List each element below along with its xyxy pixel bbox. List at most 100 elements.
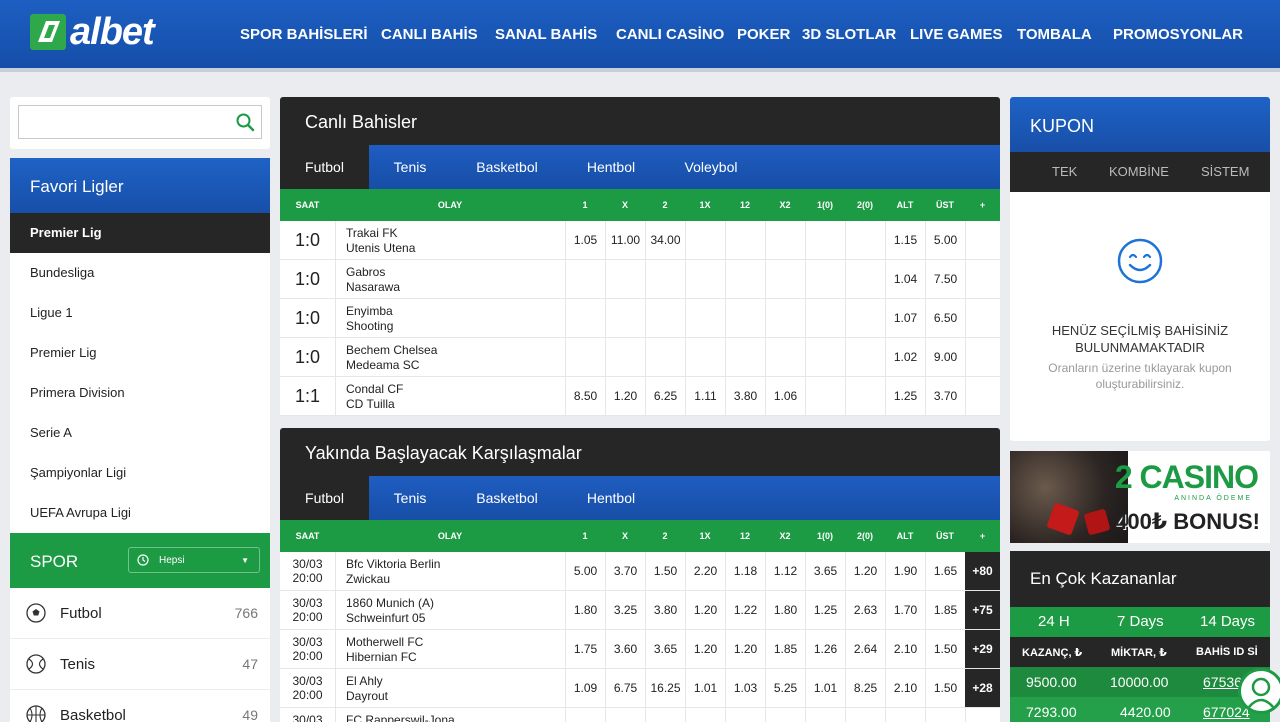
odd-cell[interactable]: 1.02 [885, 338, 925, 376]
odd-cell[interactable]: 1.01 [805, 669, 845, 707]
odd-cell[interactable] [725, 299, 765, 337]
odd-cell[interactable]: 1.65 [925, 552, 965, 590]
odd-cell[interactable]: 3.70 [605, 552, 645, 590]
odd-cell[interactable]: 34.00 [645, 221, 685, 259]
more-markets-button[interactable] [965, 338, 1000, 376]
odd-cell[interactable]: 2.64 [845, 630, 885, 668]
tab-basketbol[interactable]: Basketbol [462, 145, 552, 189]
nav-canli-bahis[interactable]: CANLI BAHİS [381, 26, 478, 43]
odd-cell[interactable]: 3.60 [605, 630, 645, 668]
more-markets-button[interactable] [965, 299, 1000, 337]
odd-cell[interactable]: 1.20 [685, 630, 725, 668]
nav-live-games[interactable]: LIVE GAMES [910, 26, 1003, 43]
odd-cell[interactable] [685, 708, 725, 722]
nav-spor-bahisleri[interactable]: SPOR BAHİSLERİ [240, 26, 368, 43]
match-row[interactable]: 1:0 Enyimba Shooting 1.07 6.50 [280, 299, 1000, 338]
odd-cell[interactable] [605, 708, 645, 722]
match-row[interactable]: 1:0 Gabros Nasarawa 1.04 7.50 [280, 260, 1000, 299]
odd-cell[interactable]: 3.65 [805, 552, 845, 590]
tab-7days[interactable]: 7 Days [1117, 613, 1164, 630]
more-markets-button[interactable] [965, 260, 1000, 298]
odd-cell[interactable]: 1.11 [685, 377, 725, 415]
odd-cell[interactable]: 6.75 [605, 669, 645, 707]
odd-cell[interactable]: 1.22 [725, 591, 765, 629]
odd-cell[interactable]: 1.50 [925, 630, 965, 668]
odd-cell[interactable] [645, 260, 685, 298]
odd-cell[interactable]: 1.01 [685, 669, 725, 707]
odd-cell[interactable] [805, 708, 845, 722]
odd-cell[interactable]: 1.03 [725, 669, 765, 707]
sport-item-futbol[interactable]: Futbol 766 [10, 588, 270, 639]
match-row[interactable]: 30/03 20:00 Motherwell FC Hibernian FC 1.75 3… [280, 630, 1000, 669]
odd-cell[interactable] [565, 260, 605, 298]
odd-cell[interactable] [685, 338, 725, 376]
more-markets-button[interactable] [965, 221, 1000, 259]
tab-14days[interactable]: 14 Days [1200, 613, 1255, 630]
match-row[interactable]: 30/03 20:00 Bfc Viktoria Berlin Zwickau 5.00… [280, 552, 1000, 591]
match-row[interactable]: 1:1 Condal CF CD Tuilla 8.50 1.20 6.25 1.11 3.8… [280, 377, 1000, 416]
odd-cell[interactable] [645, 299, 685, 337]
odd-cell[interactable]: 1.07 [885, 299, 925, 337]
odd-cell[interactable] [565, 299, 605, 337]
odd-cell[interactable] [765, 708, 805, 722]
odd-cell[interactable] [805, 221, 845, 259]
odd-cell[interactable] [765, 338, 805, 376]
match-row[interactable]: 30/03 FC Rapperswil-Jona [280, 708, 1000, 722]
tab-tenis[interactable]: Tenis [369, 476, 451, 520]
match-row[interactable]: 30/03 20:00 El Ahly Dayrout 1.09 6.75 16.25 1.0… [280, 669, 1000, 708]
match-row[interactable]: 30/03 20:00 1860 Munich (A) Schweinfurt 05 1… [280, 591, 1000, 630]
fav-league-item[interactable]: Premier Lig [10, 333, 270, 373]
odd-cell[interactable] [765, 260, 805, 298]
odd-cell[interactable]: 6.50 [925, 299, 965, 337]
odd-cell[interactable]: 16.25 [645, 669, 685, 707]
sport-item-basketbol[interactable]: Basketbol 49 [10, 690, 270, 722]
live-support-button[interactable] [1238, 668, 1280, 714]
odd-cell[interactable] [925, 708, 965, 722]
odd-cell[interactable]: 2.10 [885, 669, 925, 707]
winner-bet-id-link[interactable]: 67536 [1203, 674, 1242, 690]
odd-cell[interactable]: 1.85 [765, 630, 805, 668]
tab-tek[interactable]: TEK [1052, 164, 1077, 179]
casino-bonus-banner[interactable]: 2 CASINO ANINDA ÖDEME 400₺ BONUS! [1010, 451, 1270, 543]
more-markets-button[interactable] [965, 708, 1000, 722]
fav-league-item[interactable]: Premier Lig [10, 213, 270, 253]
odd-cell[interactable] [845, 299, 885, 337]
more-markets-button[interactable] [965, 377, 1000, 415]
odd-cell[interactable]: 1.50 [925, 669, 965, 707]
odd-cell[interactable] [845, 260, 885, 298]
odd-cell[interactable]: 1.75 [565, 630, 605, 668]
odd-cell[interactable] [845, 377, 885, 415]
tab-voleybol[interactable]: Voleybol [670, 145, 752, 189]
odd-cell[interactable]: 3.80 [725, 377, 765, 415]
odd-cell[interactable]: 1.05 [565, 221, 605, 259]
odd-cell[interactable]: 1.12 [765, 552, 805, 590]
odd-cell[interactable]: 1.18 [725, 552, 765, 590]
odd-cell[interactable] [845, 338, 885, 376]
odd-cell[interactable] [605, 338, 645, 376]
tab-hentbol[interactable]: Hentbol [570, 145, 652, 189]
odd-cell[interactable]: 1.20 [605, 377, 645, 415]
odd-cell[interactable] [765, 299, 805, 337]
odd-cell[interactable] [645, 708, 685, 722]
fav-league-item[interactable]: Serie A [10, 413, 270, 453]
odd-cell[interactable] [805, 299, 845, 337]
more-markets-button[interactable]: +28 [965, 669, 1000, 707]
odd-cell[interactable]: 1.20 [685, 591, 725, 629]
odd-cell[interactable] [805, 377, 845, 415]
nav-3d-slotlar[interactable]: 3D SLOTLAR [802, 26, 896, 43]
sport-item-tenis[interactable]: Tenis 47 [10, 639, 270, 690]
odd-cell[interactable] [645, 338, 685, 376]
odd-cell[interactable]: 5.25 [765, 669, 805, 707]
nav-sanal-bahis[interactable]: SANAL BAHİS [495, 26, 597, 43]
fav-league-item[interactable]: Bundesliga [10, 253, 270, 293]
odd-cell[interactable] [725, 221, 765, 259]
odd-cell[interactable] [685, 221, 725, 259]
fav-league-item[interactable]: Primera Division [10, 373, 270, 413]
brand-logo[interactable]: albet [28, 12, 155, 52]
tab-24h[interactable]: 24 H [1038, 613, 1070, 630]
odd-cell[interactable]: 1.20 [845, 552, 885, 590]
odd-cell[interactable]: 8.25 [845, 669, 885, 707]
odd-cell[interactable]: 1.50 [645, 552, 685, 590]
odd-cell[interactable] [845, 221, 885, 259]
nav-promosyonlar[interactable]: PROMOSYONLAR [1113, 26, 1243, 43]
